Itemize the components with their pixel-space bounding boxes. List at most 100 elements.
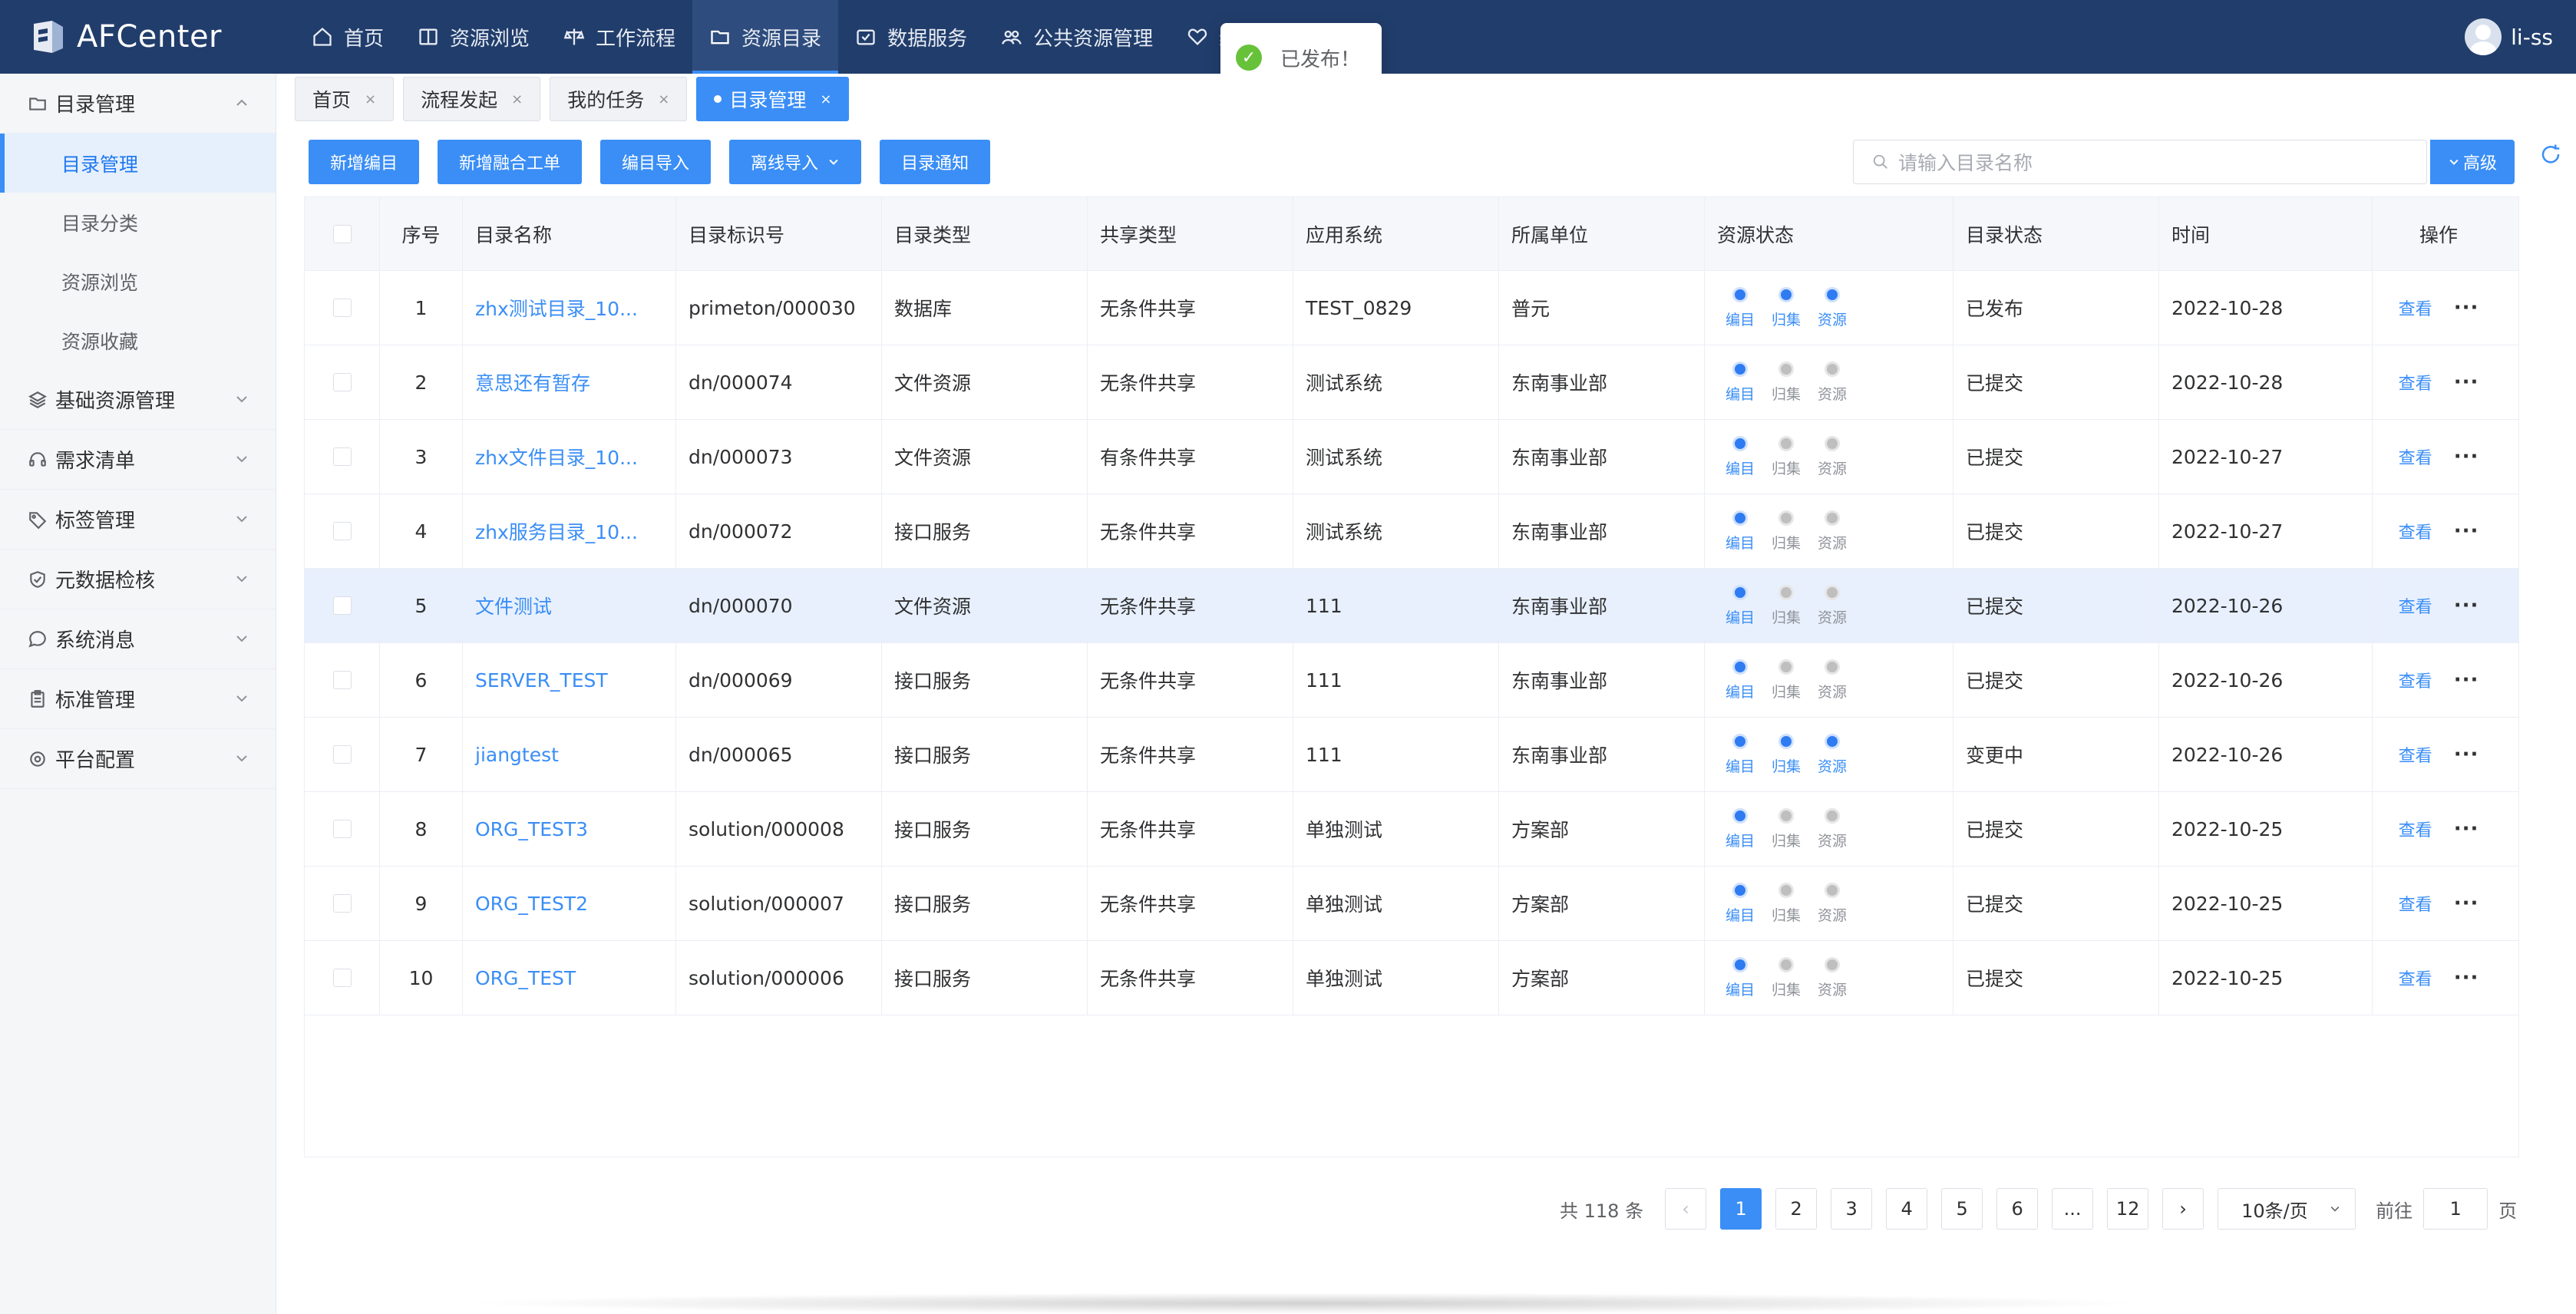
tab-home[interactable]: 首页 × (295, 77, 395, 121)
view-button[interactable]: 查看 (2399, 742, 2432, 767)
row-select[interactable] (305, 271, 380, 345)
catalog-import-button[interactable]: 编目导入 (600, 140, 712, 184)
checkbox[interactable] (332, 894, 352, 913)
view-button[interactable]: 查看 (2399, 295, 2432, 320)
page-button[interactable]: 6 (1996, 1188, 2039, 1230)
add-fusion-order-button[interactable]: 新增融合工单 (438, 140, 583, 184)
sidebar-group-basic-resource[interactable]: 基础资源管理 (0, 370, 276, 430)
table-row[interactable]: 1 zhx测试目录_10... primeton/000030 数据库 无条件共享 TES… (305, 271, 2518, 345)
checkbox[interactable] (332, 447, 352, 466)
app-logo[interactable]: AFCenter (29, 17, 222, 57)
tab-process-start[interactable]: 流程发起 × (403, 77, 541, 121)
search-input[interactable]: 请输入目录名称 (1853, 140, 2427, 184)
sidebar-item-resource-favorites[interactable]: 资源收藏 (0, 311, 276, 370)
table-row[interactable]: 3 zhx文件目录_10... dn/000073 文件资源 有条件共享 测试系统 东南事业… (305, 420, 2518, 494)
more-icon[interactable]: ··· (2454, 743, 2479, 766)
table-row[interactable]: 4 zhx服务目录_10... dn/000072 接口服务 无条件共享 测试系统 东南事业… (305, 494, 2518, 569)
sidebar-group-platform-config[interactable]: 平台配置 (0, 729, 276, 789)
tab-my-tasks[interactable]: 我的任务 × (550, 77, 688, 121)
page-button[interactable]: 1 (1720, 1188, 1762, 1230)
tab-catalog-management[interactable]: 目录管理 × (696, 77, 850, 121)
more-icon[interactable]: ··· (2454, 296, 2479, 319)
view-button[interactable]: 查看 (2399, 519, 2432, 543)
checkbox[interactable] (332, 671, 352, 689)
catalog-name-link[interactable]: zhx服务目录_10... (463, 494, 676, 568)
close-icon[interactable]: × (658, 91, 669, 107)
catalog-name-link[interactable]: zhx测试目录_10... (463, 271, 676, 345)
more-icon[interactable]: ··· (2454, 892, 2479, 915)
header-select-all[interactable] (305, 197, 380, 270)
nav-home[interactable]: 首页 (295, 0, 401, 74)
catalog-name-link[interactable]: ORG_TEST3 (463, 792, 676, 866)
catalog-name-link[interactable]: zhx文件目录_10... (463, 420, 676, 494)
offline-import-button[interactable]: 离线导入 (729, 140, 862, 184)
checkbox[interactable] (332, 522, 352, 540)
nav-public-resource[interactable]: 公共资源管理 (984, 0, 1170, 74)
user-menu[interactable]: li-ss (2465, 18, 2553, 55)
goto-page-input[interactable]: 1 (2423, 1188, 2488, 1230)
catalog-name-link[interactable]: ORG_TEST (463, 941, 676, 1015)
more-icon[interactable]: ··· (2454, 371, 2479, 394)
close-icon[interactable]: × (365, 91, 376, 107)
sidebar-item-catalog-management[interactable]: 目录管理 (0, 134, 276, 193)
table-row[interactable]: 6 SERVER_TEST dn/000069 接口服务 无条件共享 111 东南事业部 编目… (305, 643, 2518, 718)
more-icon[interactable]: ··· (2454, 594, 2479, 617)
sidebar-group-tag-management[interactable]: 标签管理 (0, 490, 276, 550)
catalog-name-link[interactable]: SERVER_TEST (463, 643, 676, 717)
row-select[interactable] (305, 867, 380, 940)
page-button[interactable]: 3 (1831, 1188, 1873, 1230)
catalog-name-link[interactable]: 文件测试 (463, 569, 676, 642)
refresh-icon[interactable] (2539, 143, 2562, 166)
row-select[interactable] (305, 643, 380, 717)
more-icon[interactable]: ··· (2454, 817, 2479, 840)
page-size-select[interactable]: 10条/页 (2218, 1188, 2356, 1230)
add-catalog-button[interactable]: 新增编目 (309, 140, 420, 184)
nav-resource-catalog[interactable]: 资源目录 (692, 0, 839, 74)
view-button[interactable]: 查看 (2399, 891, 2432, 916)
table-row[interactable]: 8 ORG_TEST3 solution/000008 接口服务 无条件共享 单独测试 方案… (305, 792, 2518, 867)
nav-resource-browse[interactable]: 资源浏览 (401, 0, 547, 74)
next-page-button[interactable]: › (2162, 1188, 2204, 1230)
nav-data-service[interactable]: 数据服务 (838, 0, 984, 74)
row-select[interactable] (305, 420, 380, 494)
row-select[interactable] (305, 494, 380, 568)
more-icon[interactable]: ··· (2454, 445, 2479, 468)
nav-workflow[interactable]: 工作流程 (547, 0, 692, 74)
more-icon[interactable]: ··· (2454, 520, 2479, 543)
catalog-name-link[interactable]: 意思还有暂存 (463, 345, 676, 419)
checkbox[interactable] (332, 299, 352, 317)
table-row[interactable]: 9 ORG_TEST2 solution/000007 接口服务 无条件共享 单独测试 方案… (305, 867, 2518, 941)
page-button[interactable]: 5 (1941, 1188, 1983, 1230)
checkbox[interactable] (332, 820, 352, 838)
row-select[interactable] (305, 941, 380, 1015)
sidebar-group-requirement-list[interactable]: 需求清单 (0, 430, 276, 490)
view-button[interactable]: 查看 (2399, 370, 2432, 395)
page-button[interactable]: 4 (1886, 1188, 1928, 1230)
row-select[interactable] (305, 792, 380, 866)
checkbox[interactable] (332, 745, 352, 764)
sidebar-group-standard-management[interactable]: 标准管理 (0, 669, 276, 729)
catalog-notice-button[interactable]: 目录通知 (880, 140, 991, 184)
checkbox[interactable] (332, 969, 352, 987)
sidebar-group-system-message[interactable]: 系统消息 (0, 609, 276, 669)
prev-page-button[interactable]: ‹ (1665, 1188, 1707, 1230)
page-button[interactable]: 12 (2107, 1188, 2149, 1230)
view-button[interactable]: 查看 (2399, 966, 2432, 990)
catalog-name-link[interactable]: ORG_TEST2 (463, 867, 676, 940)
view-button[interactable]: 查看 (2399, 593, 2432, 618)
view-button[interactable]: 查看 (2399, 817, 2432, 841)
more-icon[interactable]: ··· (2454, 669, 2479, 692)
advanced-search-button[interactable]: 高级 (2430, 140, 2515, 184)
sidebar-group-catalog-management[interactable]: 目录管理 (0, 74, 276, 134)
page-button[interactable]: 2 (1775, 1188, 1818, 1230)
sidebar-item-resource-browse[interactable]: 资源浏览 (0, 252, 276, 311)
checkbox[interactable] (332, 596, 352, 615)
sidebar-group-metadata-check[interactable]: 元数据检核 (0, 550, 276, 609)
table-row[interactable]: 2 意思还有暂存 dn/000074 文件资源 无条件共享 测试系统 东南事业部 编目 归集 资源… (305, 345, 2518, 420)
table-row[interactable]: 5 文件测试 dn/000070 文件资源 无条件共享 111 东南事业部 编目 归集 资源 已提交… (305, 569, 2518, 643)
row-select[interactable] (305, 345, 380, 419)
table-row[interactable]: 10 ORG_TEST solution/000006 接口服务 无条件共享 单独测试 方案… (305, 941, 2518, 1015)
row-select[interactable] (305, 569, 380, 642)
sidebar-item-catalog-category[interactable]: 目录分类 (0, 193, 276, 252)
more-pages-button[interactable]: ... (2052, 1188, 2094, 1230)
